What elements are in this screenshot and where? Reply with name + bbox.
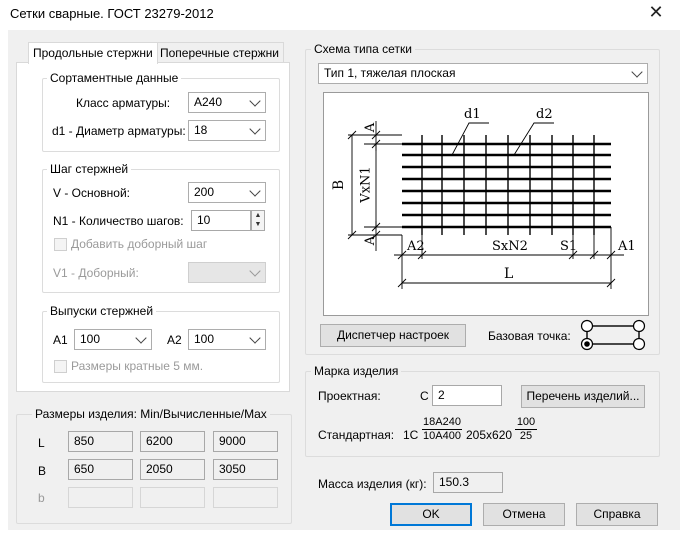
- fraction-denominator: 25: [519, 430, 533, 442]
- size-min: [68, 487, 133, 508]
- extra-step-label: Добавить доборный шаг: [71, 237, 208, 251]
- label-d1: d1: [464, 107, 481, 122]
- label-sxn2: SxN2: [492, 239, 528, 254]
- schema-group-label: Схема типа сетки: [311, 42, 415, 56]
- size-row-label: B: [38, 464, 47, 478]
- size-max: 3050: [213, 459, 278, 480]
- step-group-label: Шаг стержней: [47, 162, 132, 176]
- n1-stepper[interactable]: ▲ ▼: [251, 210, 265, 231]
- chevron-down-icon: [249, 185, 261, 197]
- a2-label: A2: [167, 333, 182, 347]
- size-max: 9000: [213, 431, 278, 452]
- v1-select[interactable]: [188, 262, 266, 283]
- size-max: [213, 487, 278, 508]
- size-calc: 6200: [140, 431, 205, 452]
- fraction-denominator: 10A400: [423, 430, 461, 442]
- size-calc: 2050: [140, 459, 205, 480]
- label-l: L: [504, 266, 514, 282]
- project-prefix: С: [420, 389, 429, 403]
- base-point-icon[interactable]: [578, 318, 648, 352]
- base-point-picker[interactable]: [578, 318, 648, 352]
- label-a-top: A: [363, 122, 379, 133]
- class-label: Класс арматуры:: [76, 96, 171, 110]
- chevron-down-icon: [135, 332, 147, 344]
- a1-select[interactable]: 100: [74, 329, 152, 350]
- n1-input[interactable]: 10: [191, 210, 251, 231]
- d1-select[interactable]: 18: [188, 120, 266, 141]
- label-s1: S1: [560, 239, 578, 254]
- project-label: Проектная:: [318, 389, 381, 403]
- label-a-bottom: A: [363, 235, 379, 246]
- up-arrow-icon[interactable]: ▲: [252, 211, 264, 220]
- a2-select[interactable]: 100: [188, 329, 266, 350]
- product-list-button[interactable]: Перечень изделий...: [521, 385, 645, 408]
- multiple-checkbox[interactable]: [54, 360, 67, 373]
- tab-transverse[interactable]: Поперечные стержни: [155, 42, 284, 63]
- outlets-group-label: Выпуски стержней: [47, 304, 157, 318]
- fraction-numerator: 18A240: [422, 416, 462, 430]
- label-d2: d2: [536, 107, 553, 122]
- sizes-group-label: Размеры изделия: Min/Вычисленные/Max: [32, 407, 270, 421]
- base-point-label: Базовая точка:: [488, 329, 571, 343]
- label-b: B: [331, 179, 348, 191]
- standard-fraction-2: 100 25: [515, 416, 537, 443]
- chevron-down-icon: [249, 123, 261, 135]
- down-arrow-icon[interactable]: ▼: [252, 220, 264, 229]
- mark-group-label: Марка изделия: [311, 364, 402, 378]
- fraction-numerator: 100: [515, 416, 537, 430]
- mass-label: Масса изделия (кг):: [318, 477, 427, 491]
- standard-label: Стандартная:: [318, 428, 395, 442]
- window-title: Сетки сварные. ГОСТ 23279-2012: [10, 6, 214, 21]
- assortment-group-label: Сортаментные данные: [47, 71, 182, 85]
- label-vxn1: VxN1: [358, 166, 374, 203]
- extra-step-checkbox[interactable]: [54, 238, 67, 251]
- standard-prefix: 1С: [403, 428, 419, 442]
- label-a1: A1: [618, 239, 636, 254]
- chevron-down-icon: [249, 265, 261, 277]
- size-calc: [140, 487, 205, 508]
- v-select[interactable]: 200: [188, 182, 266, 203]
- chevron-down-icon: [631, 66, 643, 78]
- class-select[interactable]: A240: [188, 92, 266, 113]
- schema-drawing: d1 d2 A A B VxN1 A2 SxN2 S1 A1 L: [323, 92, 649, 316]
- schema-type-select[interactable]: Тип 1, тяжелая плоская: [318, 63, 648, 84]
- settings-manager-button[interactable]: Диспетчер настроек: [320, 324, 466, 347]
- mass-value: 150.3: [433, 472, 503, 493]
- cancel-button[interactable]: Отмена: [483, 503, 565, 526]
- chevron-down-icon: [249, 95, 261, 107]
- multiple-label: Размеры кратные 5 мм.: [71, 359, 204, 373]
- chevron-down-icon: [249, 332, 261, 344]
- close-icon[interactable]: ✕: [646, 2, 666, 22]
- mark-group: [305, 371, 660, 457]
- label-a2: A2: [407, 239, 425, 254]
- v1-label: V1 - Доборный:: [53, 266, 139, 280]
- size-min: 650: [68, 459, 133, 480]
- v-label: V - Основной:: [53, 186, 131, 200]
- tab-longitudinal[interactable]: Продольные стержни: [28, 42, 158, 64]
- size-row-label: L: [38, 436, 45, 450]
- project-mark-input[interactable]: 2: [432, 385, 502, 406]
- d1-label: d1 - Диаметр арматуры:: [52, 124, 186, 138]
- size-row-label: b: [38, 491, 45, 505]
- a1-label: A1: [53, 333, 68, 347]
- size-min: 850: [68, 431, 133, 452]
- help-button[interactable]: Справка: [576, 503, 658, 526]
- n1-label: N1 - Количество шагов:: [53, 214, 184, 228]
- standard-dims: 205х620: [466, 428, 513, 442]
- ok-button[interactable]: OK: [390, 503, 472, 526]
- standard-fraction-1: 18A240 10A400: [422, 416, 462, 443]
